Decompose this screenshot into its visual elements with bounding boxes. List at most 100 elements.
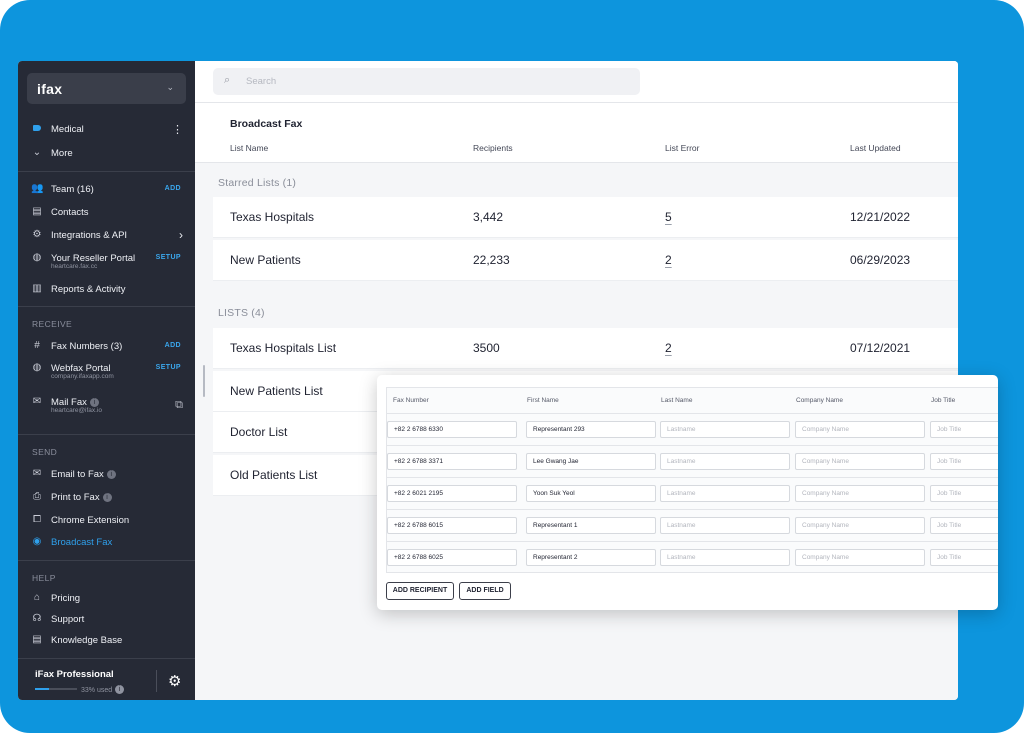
sidebar-item-integrations[interactable]: ⚙ Integrations & API ›	[18, 226, 195, 246]
lists-label: LISTS (4)	[218, 307, 265, 319]
integrations-icon: ⚙	[32, 229, 42, 240]
ifax-logo: ifax	[37, 81, 63, 97]
column-header-last-updated[interactable]: Last Updated	[850, 143, 901, 153]
fax-number-field[interactable]: +82 2 6788 6330	[387, 421, 517, 438]
column-header-fax-number: Fax Number	[393, 397, 429, 404]
plan-usage-text: 33% used	[81, 687, 113, 694]
sidebar-item-broadcast-fax[interactable]: ◉ Broadcast Fax	[18, 533, 195, 553]
copy-icon[interactable]: ⧉	[175, 399, 183, 412]
sidebar-item-medical[interactable]: Medical ⋮	[18, 120, 195, 140]
print-to-fax-label: Print to Fax	[51, 492, 100, 503]
info-icon[interactable]: i	[89, 398, 99, 407]
sidebar-item-pricing[interactable]: ⌂ Pricing	[18, 589, 195, 609]
column-header-first-name: First Name	[527, 397, 559, 404]
broadcast-icon: ◉	[32, 536, 42, 547]
job-title-field[interactable]: Job Title	[930, 421, 998, 438]
sidebar-item-contacts[interactable]: ▤ Contacts	[18, 203, 195, 223]
fax-number-field[interactable]: +82 2 6021 2195	[387, 485, 517, 502]
plan-usage-fill	[35, 688, 49, 690]
setup-reseller-button[interactable]: SETUP	[156, 254, 181, 261]
sidebar-item-team[interactable]: 👥 Team (16) ADD	[18, 180, 195, 200]
add-fax-number-button[interactable]: ADD	[165, 342, 181, 349]
gear-icon[interactable]: ⚙	[168, 672, 181, 690]
fax-number-field[interactable]: +82 2 6788 6025	[387, 549, 517, 566]
headset-icon: ☊	[32, 613, 42, 624]
info-icon[interactable]: i	[106, 470, 116, 479]
sidebar-item-print-to-fax[interactable]: ⎙ Print to Fax i	[18, 488, 195, 508]
company-name-field[interactable]: Company Name	[795, 421, 925, 438]
sidebar-item-chrome-extension[interactable]: ⧠ Chrome Extension	[18, 511, 195, 531]
sidebar-item-label: Knowledge Base	[51, 635, 123, 646]
hash-icon: #	[34, 340, 40, 351]
list-name: New Patients	[230, 253, 301, 267]
sidebar-item-support[interactable]: ☊ Support	[18, 610, 195, 630]
info-icon[interactable]: i	[115, 685, 125, 694]
job-title-field[interactable]: Job Title	[930, 517, 998, 534]
list-updated: 07/12/2021	[850, 341, 911, 355]
last-name-field[interactable]: Lastname	[660, 453, 790, 470]
resize-handle[interactable]	[203, 365, 205, 397]
sidebar-item-reseller-portal[interactable]: ◍ Your Reseller Portal heartcare.fax.cc …	[18, 249, 195, 275]
divider	[18, 171, 195, 172]
recipients-table: Fax Number First Name Last Name Company …	[386, 387, 998, 573]
sidebar-item-more[interactable]: ⌄ More	[18, 144, 195, 164]
company-name-field[interactable]: Company Name	[795, 485, 925, 502]
book-icon: ▤	[32, 634, 42, 645]
first-name-field[interactable]: Representant 1	[526, 517, 656, 534]
column-header-recipients[interactable]: Recipients	[473, 143, 513, 153]
sidebar-item-webfax-portal[interactable]: ◍ Webfax Portal company.ifaxapp.com SETU…	[18, 359, 195, 385]
list-row[interactable]: New Patients 22,233 2 06/29/2023	[213, 240, 958, 281]
last-name-field[interactable]: Lastname	[660, 421, 790, 438]
list-recipients: 3,442	[473, 210, 504, 224]
first-name-field[interactable]: Lee Gwang Jae	[526, 453, 656, 470]
sidebar-item-label: Team (16)	[51, 184, 94, 195]
sidebar-item-label: Broadcast Fax	[51, 537, 113, 548]
column-header-last-name: Last Name	[661, 397, 693, 404]
job-title-field[interactable]: Job Title	[930, 453, 998, 470]
info-icon[interactable]: i	[102, 493, 112, 502]
list-row[interactable]: Texas Hospitals 3,442 5 12/21/2022	[213, 197, 958, 238]
list-name: Texas Hospitals List	[230, 341, 337, 355]
list-row[interactable]: Texas Hospitals List 3500 2 07/12/2021	[213, 328, 958, 369]
list-recipients: 22,233	[473, 253, 510, 267]
sidebar-item-label: Reports & Activity	[51, 284, 126, 295]
company-name-field[interactable]: Company Name	[795, 549, 925, 566]
column-header-list-name[interactable]: List Name	[230, 143, 268, 153]
add-recipient-button[interactable]: ADD RECIPIENT	[386, 582, 454, 600]
add-team-button[interactable]: ADD	[165, 185, 181, 192]
company-name-field[interactable]: Company Name	[795, 517, 925, 534]
add-field-button[interactable]: ADD FIELD	[459, 582, 511, 600]
job-title-field[interactable]: Job Title	[930, 485, 998, 502]
list-error-link[interactable]: 2	[665, 341, 672, 355]
list-name: Texas Hospitals	[230, 210, 315, 224]
tag-icon	[31, 123, 43, 135]
contacts-icon: ▤	[32, 206, 42, 217]
email-to-fax-label: Email to Fax	[51, 469, 104, 480]
first-name-field[interactable]: Representant 293	[526, 421, 656, 438]
fax-number-field[interactable]: +82 2 6788 6015	[387, 517, 517, 534]
last-name-field[interactable]: Lastname	[660, 549, 790, 566]
company-name-field[interactable]: Company Name	[795, 453, 925, 470]
sidebar-item-fax-numbers[interactable]: # Fax Numbers (3) ADD	[18, 337, 195, 357]
sidebar-item-knowledge-base[interactable]: ▤ Knowledge Base	[18, 631, 195, 651]
first-name-field[interactable]: Representant 2	[526, 549, 656, 566]
sidebar-item-reports[interactable]: ▥ Reports & Activity	[18, 280, 195, 300]
sidebar-item-email-to-fax[interactable]: ✉ Email to Fax i	[18, 465, 195, 485]
sidebar-item-sublabel: heartcare.fax.cc	[51, 263, 98, 270]
job-title-field[interactable]: Job Title	[930, 549, 998, 566]
setup-webfax-button[interactable]: SETUP	[156, 364, 181, 371]
first-name-field[interactable]: Yoon Suk Yeol	[526, 485, 656, 502]
search-input[interactable]: ⌕ Search	[213, 68, 640, 95]
list-name: New Patients List	[230, 384, 323, 398]
column-header-list-error[interactable]: List Error	[665, 143, 699, 153]
workspace-switcher[interactable]: ifax ⌄	[27, 73, 186, 104]
list-error-link[interactable]: 2	[665, 253, 672, 267]
last-name-field[interactable]: Lastname	[660, 485, 790, 502]
kebab-menu-icon[interactable]: ⋮	[172, 123, 183, 136]
fax-number-field[interactable]: +82 2 6788 3371	[387, 453, 517, 470]
sidebar-item-label: Contacts	[51, 207, 89, 218]
last-name-field[interactable]: Lastname	[660, 517, 790, 534]
table-row: +82 2 6788 3371 Lee Gwang Jae Lastname C…	[387, 445, 998, 477]
list-error-link[interactable]: 5	[665, 210, 672, 224]
sidebar-item-mail-fax[interactable]: ✉ Mail Fax i heartcare@ifax.io ⧉	[18, 393, 195, 419]
